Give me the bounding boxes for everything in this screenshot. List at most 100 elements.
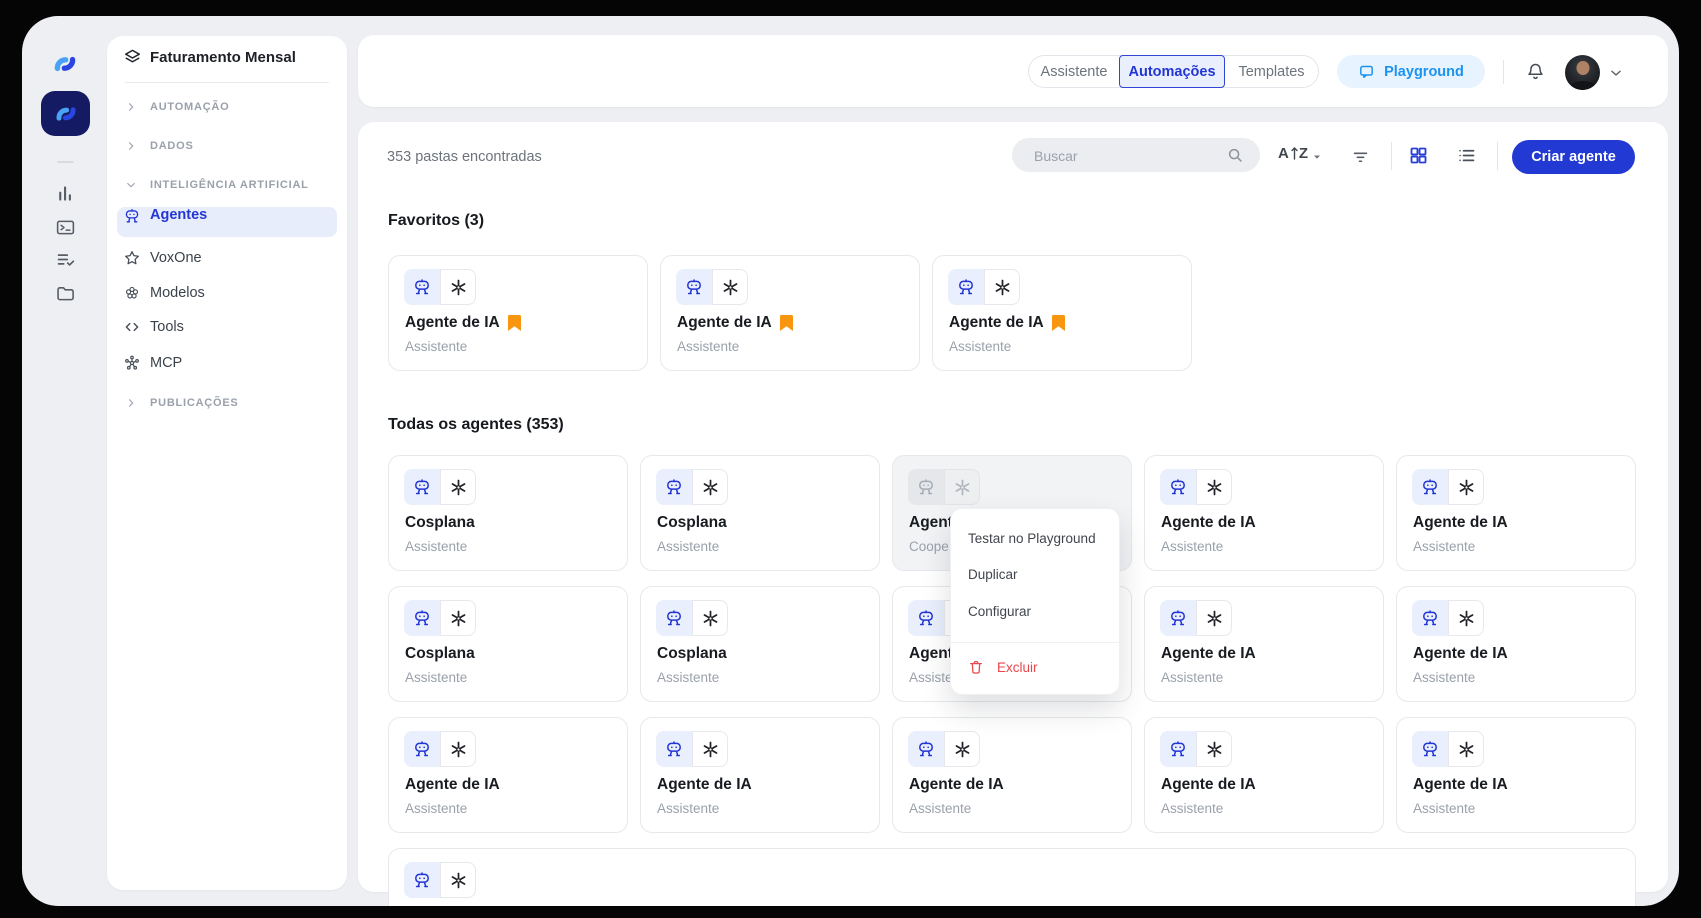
sidebar-item-tools[interactable]: Tools [107,312,347,342]
agent-card-subtitle: Assistente [405,670,467,685]
robot-icon [656,600,692,636]
agent-card-subtitle: Assistente [1413,670,1475,685]
brand-swoosh-icon [51,50,79,78]
openai-icon [440,862,476,898]
agent-card-icons [656,600,728,636]
layers-icon [123,48,142,67]
robot-icon [908,600,944,636]
search-box[interactable] [1012,138,1260,172]
agent-card-icons [404,862,476,898]
folder-icon[interactable] [55,283,76,304]
agent-card[interactable]: Agente de IA Assistente [1396,455,1636,571]
agent-card[interactable]: Agente de IA Assistente [388,255,648,371]
agent-card[interactable]: Agente de IA Assistente [640,717,880,833]
menu-danger-label: Excluir [997,660,1038,675]
flower-icon [123,284,141,302]
robot-icon [404,600,440,636]
agent-card[interactable]: Agente de IA Assistente [660,255,920,371]
tab-assistente[interactable]: Assistente [1029,56,1119,87]
agent-card-title: Agente de IA [909,776,1004,794]
rail-divider [57,161,74,163]
openai-icon [1448,731,1484,767]
tab-templates[interactable]: Templates [1225,56,1318,87]
menu-item-duplicar[interactable]: Duplicar [951,556,1119,592]
agent-card[interactable]: Agente de IA Assistente [892,717,1132,833]
agent-card-title: Agente de IA [1161,645,1256,663]
agent-card[interactable]: Cosplana Assistente [640,455,880,571]
agent-card-title: Cosplana [405,514,475,532]
agent-card-icons [1412,469,1484,505]
robot-icon [908,731,944,767]
menu-item-testar-no-playground[interactable]: Testar no Playground [951,520,1119,556]
tab-automacoes[interactable]: Automações [1119,55,1225,88]
sidebar-group-automacao[interactable]: AUTOMAÇÃO [107,92,347,122]
terminal-icon[interactable] [55,217,76,238]
grid-view-icon[interactable] [1408,145,1429,166]
agent-card[interactable]: Cosplana Assistente [388,586,628,702]
bookmark-icon [780,315,793,331]
agent-card-title: Agente de IA [677,314,793,332]
agent-card[interactable]: Agente de IA Assistente [1144,586,1384,702]
network-icon [123,354,141,372]
openai-icon [692,469,728,505]
agent-card-icons [404,731,476,767]
workspace-header[interactable]: Faturamento Mensal [123,48,296,67]
sidebar: Faturamento Mensal AUTOMAÇÃO DADOS INTEL… [107,36,347,890]
agent-card-subtitle: Assistente [1161,670,1223,685]
agent-card[interactable]: Cosplana Assistente [388,455,628,571]
sort-alpha-button[interactable]: A Z [1278,145,1308,162]
openai-icon [984,269,1020,305]
chevron-right-icon [125,140,137,152]
agent-card-icons [1160,731,1232,767]
sidebar-item-agentes[interactable]: Agentes [107,207,347,237]
notifications-bell-icon[interactable] [1525,61,1546,82]
agent-card[interactable]: Agente de IA Assistente [1144,455,1384,571]
agent-card-title: Cosplana [405,645,475,663]
robot-icon [1160,731,1196,767]
sidebar-group-publicacoes[interactable]: PUBLICAÇÕES [107,388,347,418]
openai-icon [440,731,476,767]
sidebar-item-label: Modelos [150,285,205,301]
sidebar-item-modelos[interactable]: Modelos [107,278,347,308]
agent-card-subtitle: Assistente [949,339,1011,354]
menu-item-configurar[interactable]: Configurar [951,593,1119,629]
caret-down-icon[interactable] [1311,151,1323,163]
bar-chart-icon[interactable] [55,183,76,204]
create-agent-button[interactable]: Criar agente [1512,140,1635,174]
results-count: 353 pastas encontradas [387,149,542,165]
agent-card[interactable]: Agente de IA Assistente [1144,717,1384,833]
agent-card-title: Agente de IA [1413,776,1508,794]
list-view-icon[interactable] [1456,145,1477,166]
agent-card-icons [908,469,980,505]
openai-icon [440,269,476,305]
search-input[interactable] [1032,138,1216,174]
agent-card-partial[interactable] [388,848,1636,906]
sidebar-group-inteligencia-artificial[interactable]: INTELIGÊNCIA ARTIFICIAL [107,170,347,200]
playground-label: Playground [1384,64,1464,80]
trash-icon [968,659,984,675]
robot-icon [404,862,440,898]
agent-card-title: Agente de IA [657,776,752,794]
toolbar-divider [1497,142,1498,170]
filter-icon[interactable] [1351,147,1370,166]
agent-card[interactable]: Agente de IA Assistente [388,717,628,833]
user-avatar[interactable] [1565,55,1600,90]
workspace-title: Faturamento Mensal [150,49,296,66]
chevron-down-icon[interactable] [1609,66,1623,80]
agent-card[interactable]: Cosplana Assistente [640,586,880,702]
sidebar-item-voxone[interactable]: VoxOne [107,243,347,273]
agent-card-title: Agente de IA [405,776,500,794]
sidebar-item-label: Tools [150,319,184,335]
playground-button[interactable]: Playground [1337,55,1485,88]
agent-card-subtitle: Assistente [657,670,719,685]
sidebar-item-mcp[interactable]: MCP [107,348,347,378]
agent-card[interactable]: Agente de IA Assistente [1396,586,1636,702]
checklist-icon[interactable] [55,249,76,270]
menu-item-excluir[interactable]: Excluir [951,649,1119,685]
agent-card[interactable]: Agente de IA Assistente [1396,717,1636,833]
robot-icon [123,207,141,225]
agent-card[interactable]: Agente de IA Assistente [932,255,1192,371]
workspace-tile[interactable] [41,91,90,136]
context-menu: Testar no Playground Duplicar Configurar… [950,508,1120,695]
sidebar-group-dados[interactable]: DADOS [107,131,347,161]
